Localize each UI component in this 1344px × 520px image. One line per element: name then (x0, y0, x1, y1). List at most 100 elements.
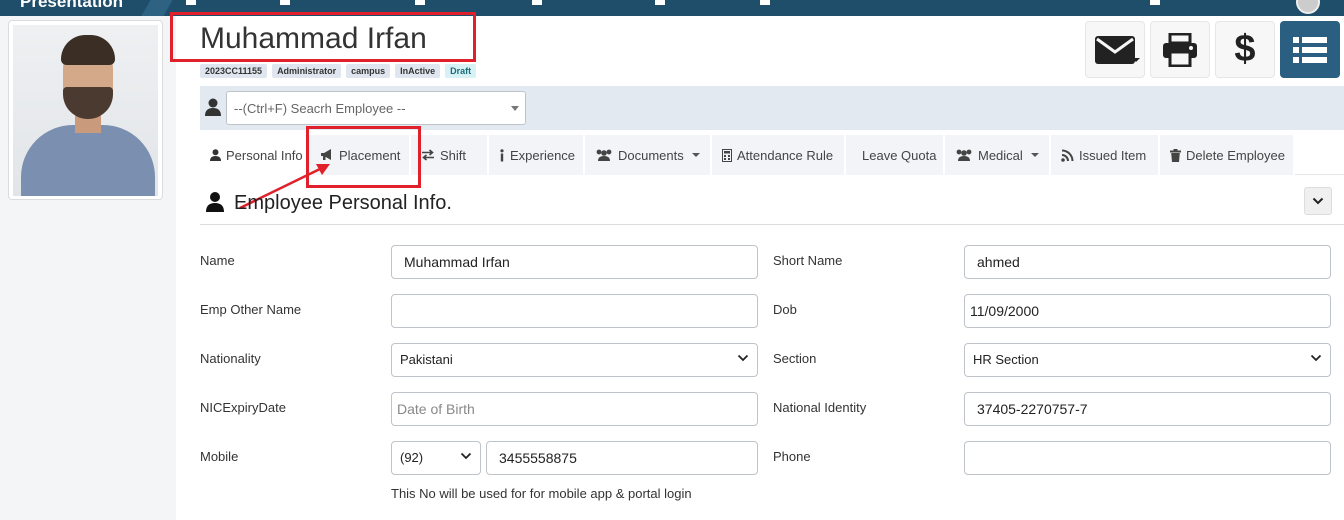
section-label: Section (773, 351, 817, 366)
mobile-label: Mobile (200, 449, 239, 464)
short-name-value: ahmed (977, 254, 1020, 270)
nationality-label: Nationality (200, 351, 261, 366)
national-identity-field[interactable]: 37405-2270757-7 (964, 392, 1331, 426)
rss-icon (1061, 149, 1074, 162)
search-placeholder: --(Ctrl+F) Seacrh Employee -- (234, 101, 406, 116)
tab-label: Documents (618, 147, 684, 163)
employee-name-title: Muhammad Irfan (200, 22, 427, 55)
nic-expiry-label: NICExpiryDate (200, 400, 286, 415)
left-panel (0, 16, 176, 520)
phone-field[interactable] (964, 441, 1331, 475)
badge-draft: Draft (445, 64, 477, 78)
short-name-label: Short Name (773, 253, 843, 268)
mobile-value: 3455558875 (499, 450, 577, 466)
chevron-down-icon (511, 106, 519, 111)
badge-code: 2023CC11155 (200, 64, 268, 78)
mobile-field[interactable]: 3455558875 (486, 441, 758, 475)
exchange-icon (422, 149, 434, 161)
collapse-button[interactable] (1304, 187, 1332, 215)
country-code-value: (92) (400, 450, 424, 465)
section-title: Employee Personal Info. (234, 192, 452, 214)
tab-medical[interactable]: Medical (945, 135, 1051, 175)
list-icon (1293, 36, 1327, 63)
user-icon (206, 192, 224, 212)
chevron-down-icon (691, 153, 700, 157)
name-label: Name (200, 253, 235, 268)
other-name-label: Emp Other Name (200, 302, 302, 317)
mobile-help-text: This No will be used for for mobile app … (391, 486, 692, 501)
tab-experience[interactable]: Experience (489, 135, 585, 175)
mail-icon (1095, 35, 1135, 64)
tab-label: Delete Employee (1186, 147, 1285, 163)
menu-button[interactable] (1280, 21, 1340, 78)
dob-value: 11/09/2000 (970, 303, 1040, 319)
nav-item-icon[interactable] (186, 0, 196, 5)
personal-info-header: Employee Personal Info. (200, 182, 1344, 225)
navbar-divider (141, 0, 173, 16)
users-icon (596, 149, 612, 161)
chevron-down-icon (1132, 58, 1140, 62)
chevron-down-icon (1312, 197, 1324, 205)
section-value: HR Section (973, 352, 1039, 367)
national-identity-value: 37405-2270757-7 (977, 401, 1088, 417)
tab-leave-quota[interactable]: Leave Quota (846, 135, 945, 175)
tab-label: Medical (978, 147, 1023, 163)
badge-role: Administrator (272, 64, 342, 78)
tab-attendance-rule[interactable]: Attendance Rule (712, 135, 846, 175)
print-button[interactable] (1150, 21, 1210, 78)
employee-photo[interactable] (13, 25, 158, 196)
trash-icon (1170, 148, 1181, 162)
dob-field[interactable]: 11/09/2000 (964, 294, 1331, 328)
user-icon (210, 149, 221, 161)
chevron-down-icon (1310, 354, 1322, 362)
employee-search-bar: --(Ctrl+F) Seacrh Employee -- (200, 86, 1344, 130)
calculator-icon (722, 148, 732, 162)
nav-item-icon[interactable] (1150, 0, 1160, 5)
badge-location: campus (346, 64, 391, 78)
nav-item-icon[interactable] (532, 0, 542, 5)
national-identity-label: National Identity (773, 400, 867, 415)
tab-documents[interactable]: Documents (585, 135, 712, 175)
payroll-button[interactable]: $ (1215, 21, 1275, 78)
nationality-select[interactable]: Pakistani (391, 343, 758, 377)
users-icon (956, 149, 972, 161)
name-field[interactable]: Muhammad Irfan (391, 245, 758, 279)
nic-expiry-field[interactable]: Date of Birth (391, 392, 758, 426)
name-value: Muhammad Irfan (404, 254, 510, 270)
mail-button[interactable] (1085, 21, 1145, 78)
tab-shift[interactable]: Shift (411, 135, 489, 175)
chevron-down-icon (1030, 153, 1039, 157)
tab-label: Shift (440, 147, 467, 163)
employee-photo-card (8, 20, 163, 200)
user-icon (205, 98, 221, 116)
phone-label: Phone (773, 449, 811, 464)
info-icon (500, 148, 504, 161)
dob-label: Dob (773, 302, 797, 317)
employee-search-select[interactable]: --(Ctrl+F) Seacrh Employee -- (226, 91, 526, 125)
dollar-icon: $ (1234, 28, 1256, 70)
nav-item-icon[interactable] (655, 0, 665, 5)
tab-label: Issued Item (1079, 147, 1147, 163)
chevron-down-icon (737, 354, 749, 362)
nav-item-icon[interactable] (280, 0, 290, 5)
nav-item-icon[interactable] (760, 0, 770, 5)
action-buttons: $ (1085, 21, 1340, 78)
nav-item-icon[interactable] (415, 0, 425, 5)
chevron-down-icon (460, 452, 472, 460)
main-content: Muhammad Irfan 2023CC11155 Administrator… (170, 12, 1344, 520)
tab-label: Attendance Rule (737, 147, 834, 163)
tab-delete-employee[interactable]: Delete Employee (1160, 135, 1295, 175)
section-select[interactable]: HR Section (964, 343, 1331, 377)
nic-expiry-placeholder: Date of Birth (397, 401, 475, 417)
country-code-select[interactable]: (92) (391, 441, 481, 475)
nationality-value: Pakistani (400, 352, 453, 367)
short-name-field[interactable]: ahmed (964, 245, 1331, 279)
user-avatar[interactable] (1296, 0, 1320, 14)
tab-issued-item[interactable]: Issued Item (1051, 135, 1160, 175)
employee-badges: 2023CC11155 Administrator campus InActiv… (200, 64, 477, 78)
tab-label: Experience (510, 147, 576, 163)
other-name-field[interactable] (391, 294, 758, 328)
tab-label: Leave Quota (862, 147, 937, 163)
badge-status: InActive (395, 64, 441, 78)
print-icon (1163, 32, 1197, 67)
